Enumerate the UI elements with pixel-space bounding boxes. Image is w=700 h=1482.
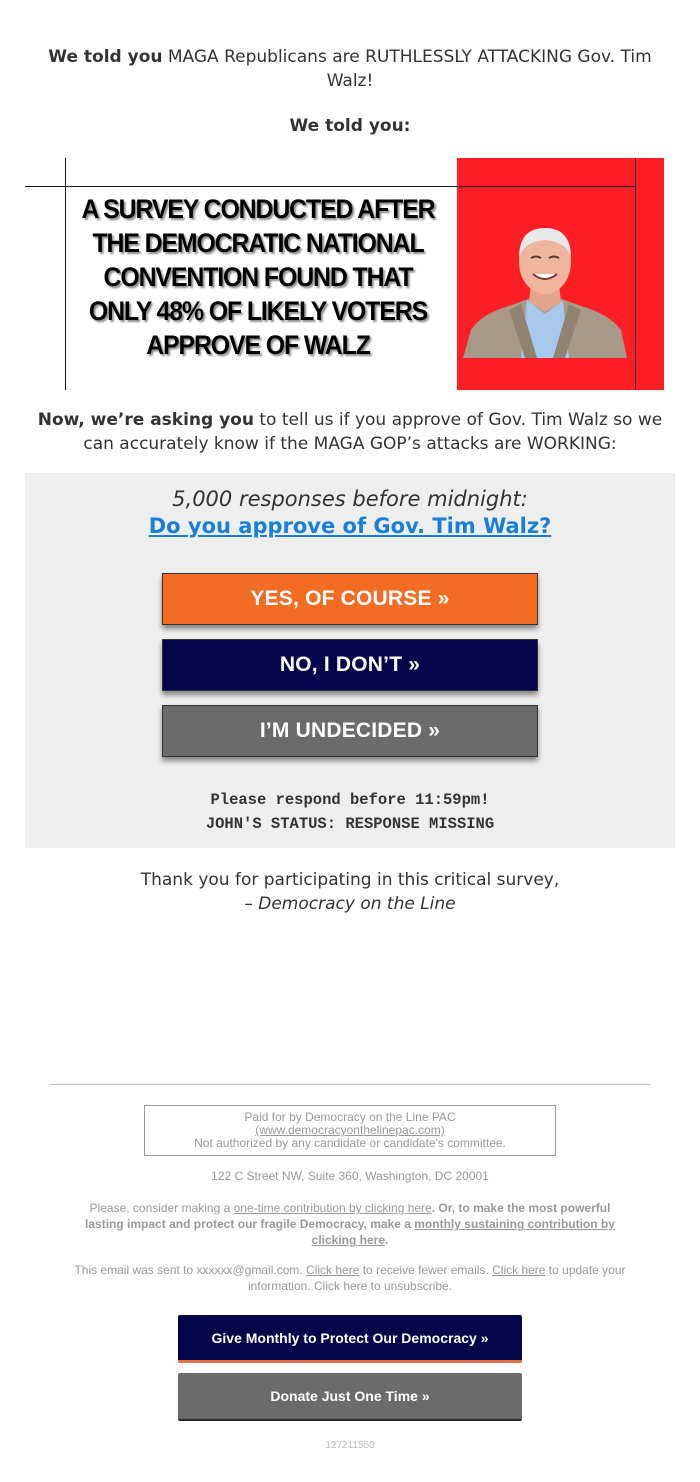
- no-i-dont-button[interactable]: NO, I DON’T »: [162, 639, 538, 691]
- update-info-link[interactable]: Click here: [492, 1263, 545, 1277]
- deadline-text: Please respond before 11:59pm!: [210, 791, 490, 809]
- email-tracking-code: 127211550: [325, 1440, 375, 1451]
- thank-you-text: Thank you for participating in this crit…: [140, 870, 560, 890]
- panel-horizontal-rule: [457, 186, 636, 187]
- walz-portrait-image: [463, 228, 627, 358]
- give-monthly-button[interactable]: Give Monthly to Protect Our Democracy »: [178, 1315, 522, 1363]
- banner-photo-panel: [457, 158, 664, 390]
- pac-website-link[interactable]: (www.democracyonthelinepac.com): [255, 1123, 444, 1137]
- contrib-text-pre: Please, consider making a: [89, 1201, 234, 1215]
- undecided-button[interactable]: I’M UNDECIDED »: [162, 705, 538, 757]
- paid-for-disclaimer-box: Paid for by Democracy on the Line PAC (w…: [144, 1105, 556, 1156]
- one-time-contribution-link[interactable]: one-time contribution by clicking here: [234, 1201, 432, 1215]
- intro-paragraph: We told you MAGA Republicans are RUTHLES…: [25, 45, 675, 93]
- panel-vertical-rule: [635, 158, 636, 390]
- signature: – Democracy on the Line: [244, 894, 456, 914]
- banner-headline: A SURVEY CONDUCTED AFTER THE DEMOCRATIC …: [81, 194, 435, 360]
- survey-banner-image: A SURVEY CONDUCTED AFTER THE DEMOCRATIC …: [25, 158, 665, 390]
- survey-question-link[interactable]: Do you approve of Gov. Tim Walz?: [149, 514, 552, 538]
- survey-panel: 5,000 responses before midnight: Do you …: [25, 473, 675, 848]
- response-status-text: JOHN'S STATUS: RESPONSE MISSING: [205, 815, 495, 833]
- mailing-address: 122 C Street NW, Suite 360, Washington, …: [211, 1169, 489, 1183]
- banner-vertical-rule: [65, 158, 66, 390]
- sent-to-text: This email was sent to xxxxxx@gmail.com.: [74, 1263, 307, 1277]
- intro-lead-text: MAGA Republicans are RUTHLESSLY ATTACKIN…: [162, 47, 652, 91]
- intro-lead-bold: We told you: [48, 47, 163, 67]
- email-preferences-paragraph: This email was sent to xxxxxx@gmail.com.…: [60, 1262, 640, 1294]
- fewer-emails-text: to receive fewer emails.: [359, 1263, 493, 1277]
- asking-paragraph: Now, we’re asking you to tell us if you …: [25, 408, 675, 456]
- contribution-paragraph: Please, consider making a one-time contr…: [70, 1200, 630, 1248]
- thank-you-signoff: Thank you for participating in this crit…: [0, 868, 700, 916]
- contrib-text-end: .: [385, 1233, 389, 1247]
- responses-goal-text: 5,000 responses before midnight:: [172, 487, 528, 511]
- we-told-you-heading: We told you:: [289, 116, 411, 136]
- footer-divider: [50, 1084, 650, 1085]
- yes-of-course-button[interactable]: YES, OF COURSE »: [162, 573, 538, 625]
- donate-one-time-button[interactable]: Donate Just One Time »: [178, 1373, 522, 1421]
- fewer-emails-link[interactable]: Click here: [306, 1263, 359, 1277]
- asking-bold: Now, we’re asking you: [37, 410, 254, 430]
- not-authorized-text: Not authorized by any candidate or candi…: [194, 1136, 506, 1150]
- survey-question: Do you approve of Gov. Tim Walz?: [25, 514, 675, 538]
